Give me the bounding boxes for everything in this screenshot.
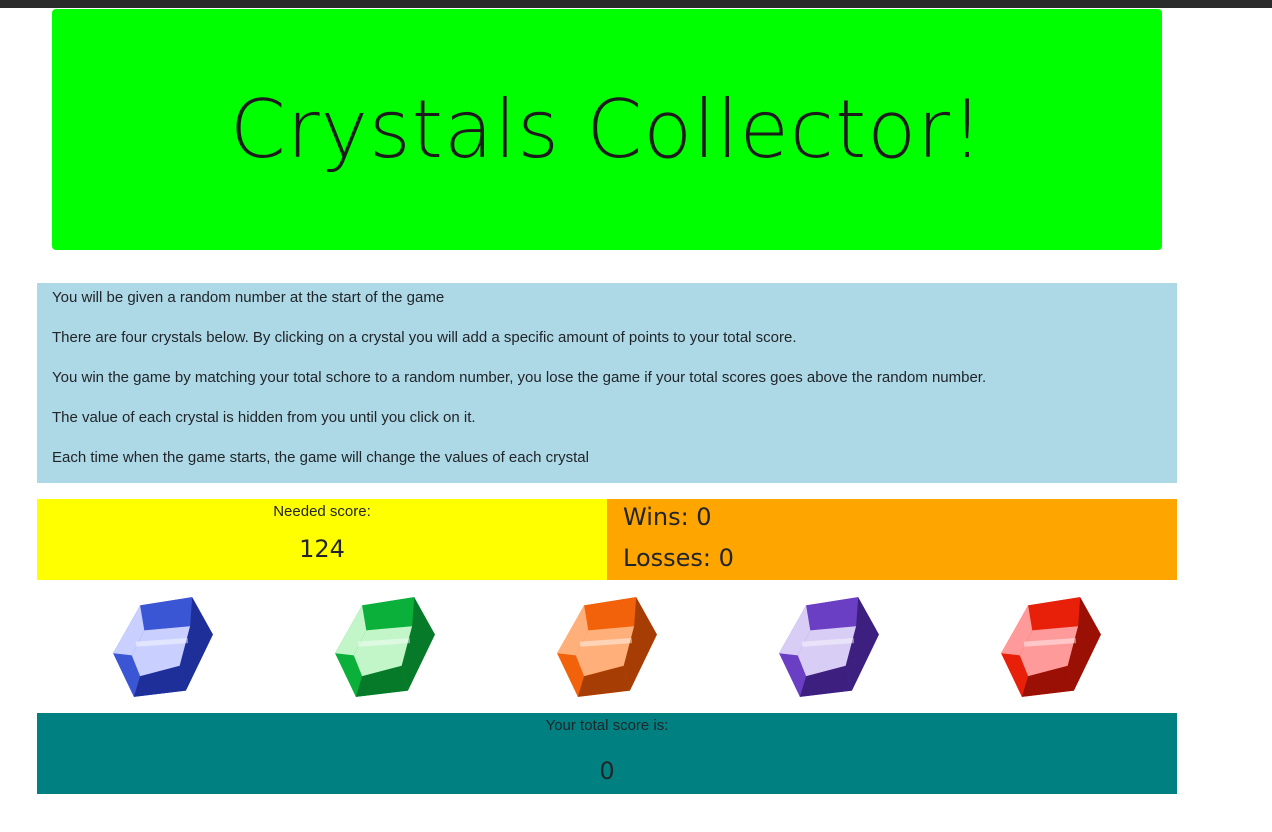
gem-facet-top xyxy=(584,597,637,631)
wins-counter: Wins: 0 xyxy=(623,503,712,531)
total-score-value: 0 xyxy=(599,757,615,785)
crystal-row xyxy=(37,590,1177,705)
instruction-line: The value of each crystal is hidden from… xyxy=(52,409,476,426)
instructions-panel: You will be given a random number at the… xyxy=(37,283,1177,483)
instruction-line: You will be given a random number at the… xyxy=(52,289,445,306)
page-title: Crystals Collector! xyxy=(229,83,985,176)
browser-top-bar xyxy=(0,0,1272,8)
crystal-green-icon[interactable] xyxy=(333,595,437,699)
crystal-red-icon[interactable] xyxy=(999,595,1103,699)
instruction-line: Each time when the game starts, the game… xyxy=(52,449,589,466)
crystal-orange-icon[interactable] xyxy=(555,595,659,699)
game-header: Crystals Collector! xyxy=(52,9,1162,250)
total-score-label: Your total score is: xyxy=(545,717,669,734)
gem-facet-top xyxy=(362,597,415,631)
instruction-line: You win the game by matching your total … xyxy=(52,369,987,386)
crystal-purple-icon[interactable] xyxy=(777,595,881,699)
gem-facet-top xyxy=(806,597,859,631)
gem-facet-top xyxy=(1028,597,1081,631)
needed-score-label: Needed score: xyxy=(273,503,371,520)
needed-score-panel: Needed score: 124 xyxy=(37,499,607,580)
crystal-blue-icon[interactable] xyxy=(111,595,215,699)
instruction-line: There are four crystals below. By clicki… xyxy=(52,329,797,346)
losses-counter: Losses: 0 xyxy=(623,544,734,572)
gem-facet-top xyxy=(140,597,193,631)
win-loss-panel: Wins: 0 Losses: 0 xyxy=(607,499,1177,580)
total-score-panel: Your total score is: 0 xyxy=(37,713,1177,794)
needed-score-value: 124 xyxy=(299,535,345,563)
